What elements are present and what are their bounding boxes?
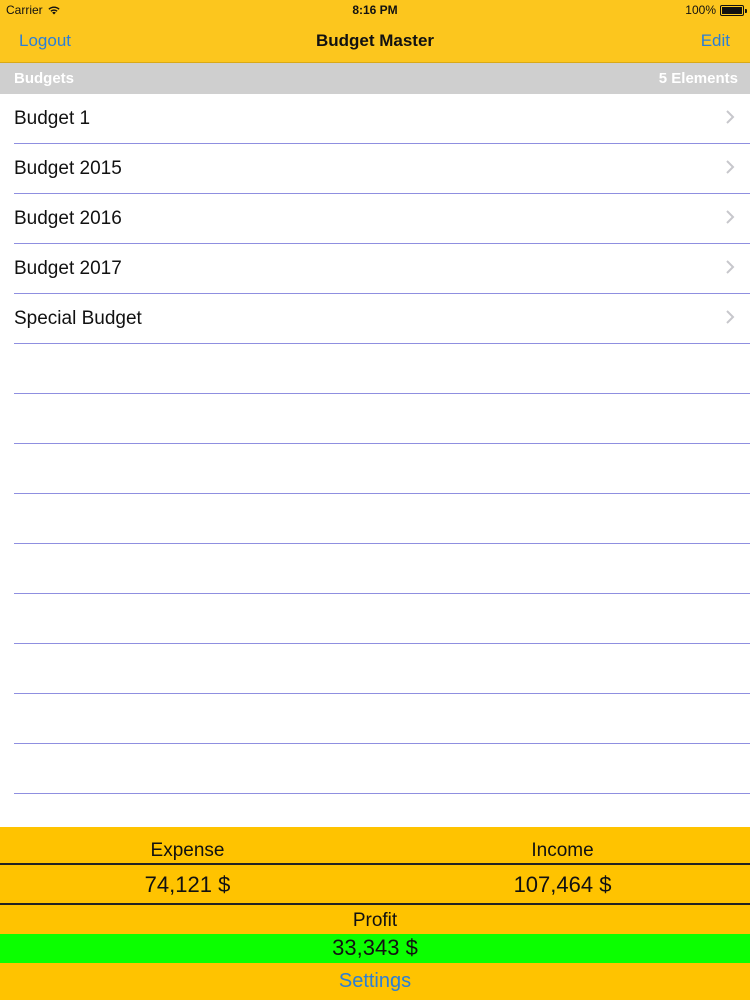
list-item[interactable]: Special Budget [0, 294, 750, 344]
settings-button[interactable]: Settings [0, 963, 750, 1000]
empty-row [0, 544, 750, 594]
empty-row [0, 644, 750, 694]
section-title: Budgets [14, 70, 74, 87]
row-separator [14, 793, 750, 794]
profit-label: Profit [352, 910, 398, 931]
chevron-right-icon [726, 260, 735, 274]
battery-icon [720, 4, 747, 16]
profit-value: 33,343 $ [0, 934, 750, 963]
section-header: Budgets 5 Elements [0, 63, 750, 94]
summary-values: 74,121 $ 107,464 $ [0, 865, 750, 905]
status-bar: Carrier 8:16 PM 100% [0, 0, 750, 20]
list-item[interactable]: Budget 1 [0, 94, 750, 144]
empty-row [0, 744, 750, 794]
chevron-right-icon [726, 160, 735, 174]
budget-name: Budget 2016 [14, 208, 122, 229]
income-value: 107,464 $ [513, 872, 612, 897]
battery-indicator: 100% [685, 3, 747, 17]
top-bar: Carrier 8:16 PM 100% Logout Budget Maste… [0, 0, 750, 63]
budget-list: Budget 1 Budget 2015 Budget 2016 Budget … [0, 94, 750, 827]
chevron-right-icon [726, 110, 735, 124]
chevron-right-icon [726, 210, 735, 224]
chevron-right-icon [726, 310, 735, 324]
budget-name: Budget 1 [14, 108, 91, 129]
summary-labels: Expense Income [0, 827, 750, 865]
empty-row [0, 594, 750, 644]
empty-row [0, 494, 750, 544]
empty-row [0, 394, 750, 444]
navigation-bar: Logout Budget Master Edit [0, 20, 750, 63]
edit-button[interactable]: Edit [701, 31, 730, 51]
empty-row [0, 444, 750, 494]
battery-percent: 100% [685, 3, 716, 17]
summary-panel: Expense Income 74,121 $ 107,464 $ Profit… [0, 827, 750, 1000]
page-title: Budget Master [315, 31, 435, 50]
list-item[interactable]: Budget 2017 [0, 244, 750, 294]
list-item[interactable]: Budget 2015 [0, 144, 750, 194]
empty-row [0, 694, 750, 744]
element-count: 5 Elements [658, 70, 738, 87]
budget-name: Budget 2017 [14, 258, 122, 279]
expense-value: 74,121 $ [144, 872, 231, 897]
budget-name: Special Budget [14, 308, 142, 329]
budget-name: Budget 2015 [14, 158, 122, 179]
empty-row [0, 344, 750, 394]
expense-label: Expense [150, 840, 225, 861]
status-time: 8:16 PM [352, 3, 398, 17]
income-label: Income [531, 840, 594, 861]
list-item[interactable]: Budget 2016 [0, 194, 750, 244]
